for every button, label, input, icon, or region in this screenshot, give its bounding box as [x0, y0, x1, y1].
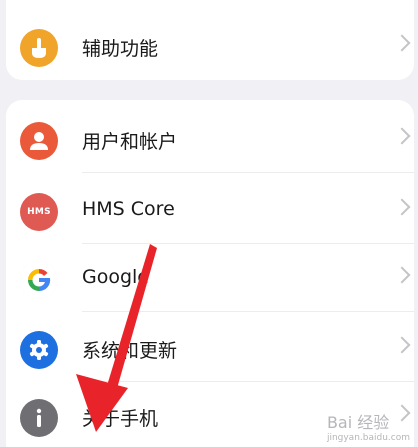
- watermark-subtext: jingyan.baidu.com: [326, 433, 410, 443]
- divider: [82, 172, 414, 173]
- watermark-text: Bai 经验: [326, 413, 390, 432]
- divider: [82, 311, 414, 312]
- settings-group-top: 辅助功能: [6, 0, 414, 80]
- settings-item-system-update[interactable]: 系统和更新: [6, 316, 414, 382]
- user-icon: [20, 122, 58, 160]
- google-icon: [20, 261, 58, 299]
- settings-item-google[interactable]: Google: [6, 246, 414, 312]
- settings-item-hms-core[interactable]: HMS HMS Core: [6, 178, 414, 244]
- chevron-right-icon: [393, 34, 411, 52]
- settings-item-label: HMS Core: [82, 198, 175, 220]
- hms-icon: HMS: [20, 193, 58, 231]
- watermark: Bai 经验 jingyan.baidu.com: [327, 409, 410, 443]
- hand-pointer-icon: [20, 29, 58, 67]
- divider: [82, 243, 414, 244]
- settings-item-accessibility[interactable]: 辅助功能: [6, 14, 414, 80]
- settings-item-label: 辅助功能: [82, 38, 159, 60]
- settings-item-users-accounts[interactable]: 用户和帐户: [6, 107, 414, 173]
- settings-item-label: 用户和帐户: [82, 131, 178, 153]
- chevron-right-icon: [393, 266, 411, 284]
- settings-item-label: 系统和更新: [82, 340, 178, 362]
- hms-icon-text: HMS: [27, 207, 51, 217]
- divider: [82, 381, 414, 382]
- settings-screen: 辅助功能 用户和帐户 HMS HMS Core Google 系统和更新 关于手…: [0, 0, 418, 447]
- settings-item-label: Google: [82, 266, 150, 288]
- chevron-right-icon: [393, 127, 411, 145]
- settings-item-label: 关于手机: [82, 408, 159, 430]
- settings-group-main: 用户和帐户 HMS HMS Core Google 系统和更新 关于手机: [6, 100, 414, 447]
- chevron-right-icon: [393, 198, 411, 216]
- gear-icon: [20, 331, 58, 369]
- chevron-right-icon: [393, 336, 411, 354]
- info-icon: [20, 399, 58, 437]
